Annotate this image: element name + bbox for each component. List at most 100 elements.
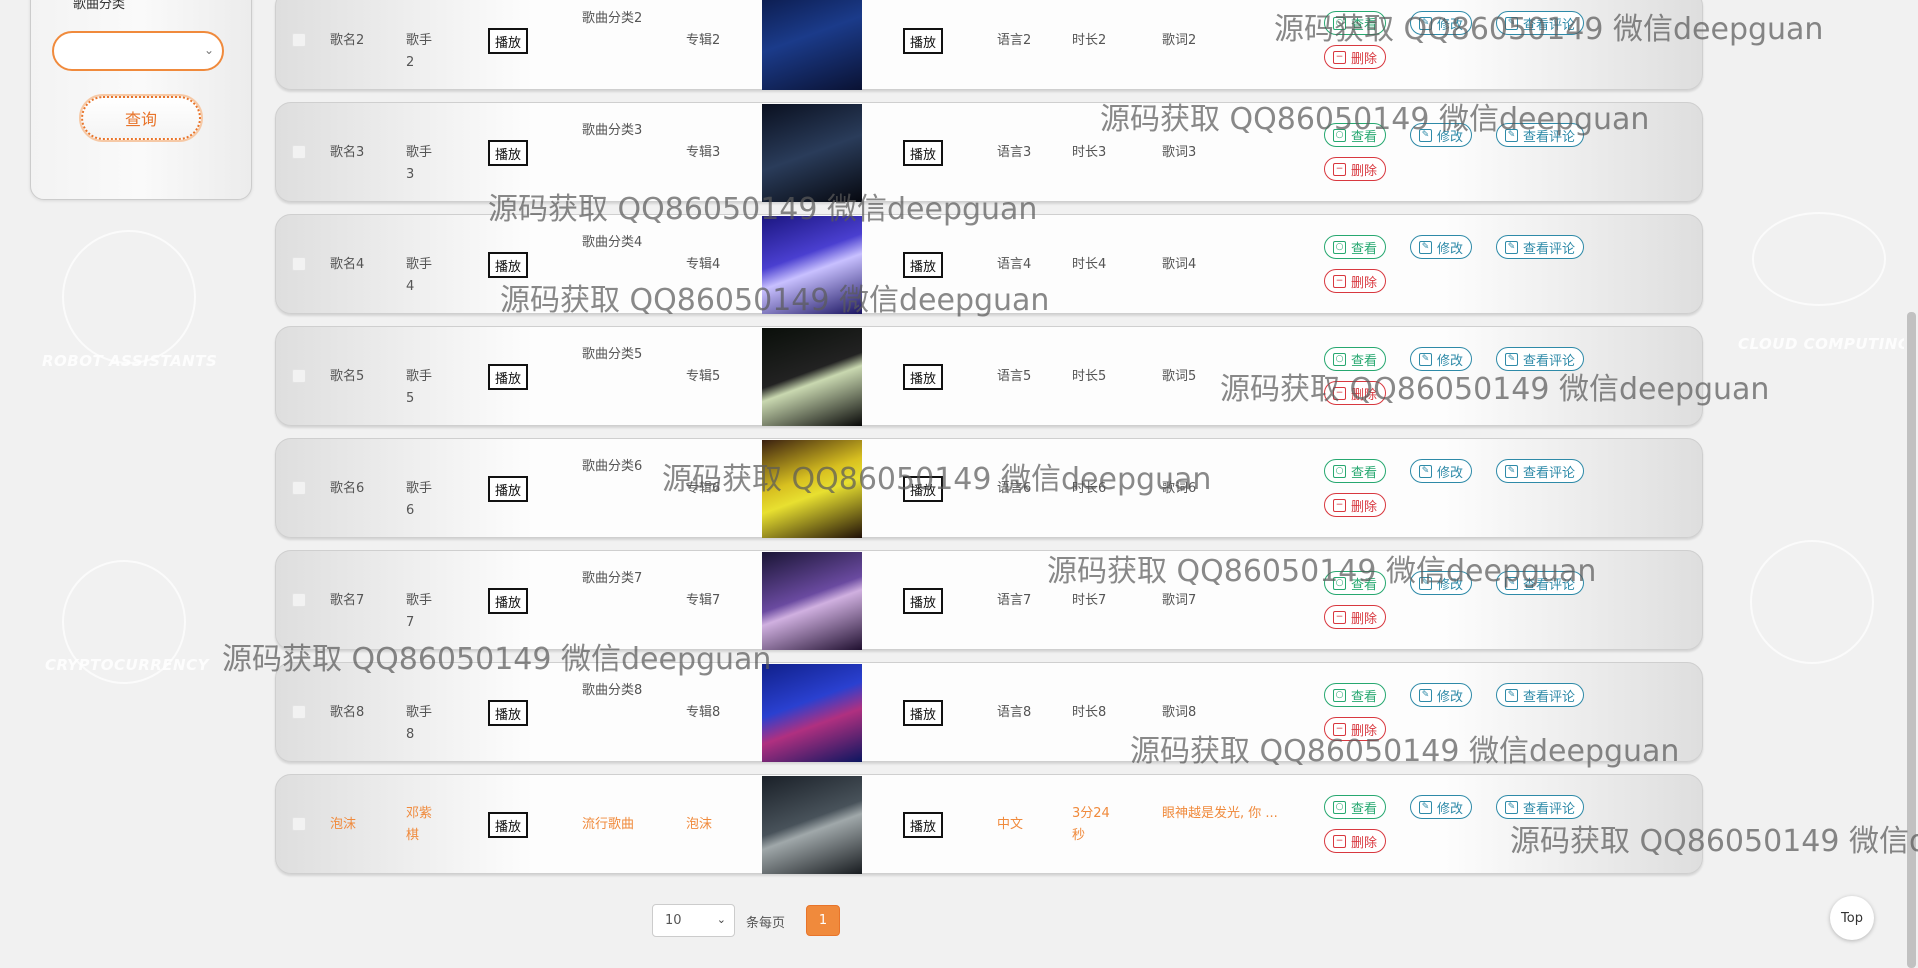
edit-button[interactable]: ✎ 修改 bbox=[1410, 459, 1473, 483]
edit-label: 修改 bbox=[1437, 129, 1464, 145]
view-button[interactable]: ○ 查看 bbox=[1324, 683, 1387, 707]
song-name: 泡沫 bbox=[330, 817, 357, 832]
row-checkbox[interactable] bbox=[292, 369, 306, 383]
row-checkbox[interactable] bbox=[292, 705, 306, 719]
delete-button[interactable]: − 删除 bbox=[1324, 45, 1387, 69]
scrollbar[interactable] bbox=[1904, 0, 1918, 968]
page-size-value: 10 bbox=[665, 913, 682, 928]
delete-button[interactable]: − 删除 bbox=[1324, 381, 1387, 405]
minus-icon: − bbox=[1333, 610, 1346, 624]
singer: 歌手2 bbox=[406, 33, 433, 70]
edit-button[interactable]: ✎ 修改 bbox=[1410, 571, 1473, 595]
row-checkbox[interactable] bbox=[292, 593, 306, 607]
edit-icon: ✎ bbox=[1419, 576, 1432, 590]
minus-icon: − bbox=[1333, 722, 1346, 736]
view-comments-button[interactable]: ✎ 查看评论 bbox=[1496, 235, 1585, 259]
play-audio-button[interactable]: 播放 bbox=[488, 700, 528, 726]
view-button[interactable]: ○ 查看 bbox=[1324, 795, 1387, 819]
view-comments-button[interactable]: ✎ 查看评论 bbox=[1496, 347, 1585, 371]
play-video-button[interactable]: 播放 bbox=[903, 140, 943, 166]
play-video-button[interactable]: 播放 bbox=[903, 252, 943, 278]
duration: 时长4 bbox=[1072, 257, 1107, 272]
comment-icon: ✎ bbox=[1505, 128, 1518, 142]
delete-button[interactable]: − 删除 bbox=[1324, 157, 1387, 181]
edit-label: 修改 bbox=[1437, 241, 1464, 257]
view-button[interactable]: ○ 查看 bbox=[1324, 11, 1387, 35]
language: 语言7 bbox=[997, 593, 1032, 608]
view-button[interactable]: ○ 查看 bbox=[1324, 571, 1387, 595]
view-comments-button[interactable]: ✎ 查看评论 bbox=[1496, 459, 1585, 483]
delete-button[interactable]: − 删除 bbox=[1324, 829, 1387, 853]
lyrics: 歌词7 bbox=[1162, 593, 1197, 608]
row-checkbox[interactable] bbox=[292, 33, 306, 47]
play-video-button[interactable]: 播放 bbox=[903, 476, 943, 502]
view-icon: ○ bbox=[1333, 128, 1346, 142]
singer: 歌手4 bbox=[406, 257, 433, 294]
view-button[interactable]: ○ 查看 bbox=[1324, 235, 1387, 259]
play-video-button[interactable]: 播放 bbox=[903, 700, 943, 726]
page-button-current[interactable]: 1 bbox=[806, 905, 840, 936]
play-audio-button[interactable]: 播放 bbox=[488, 28, 528, 54]
table-row: 歌名5 歌手5 播放 歌曲分类5 专辑5 播放 语言5 时长5 歌词5 ○ 查看 … bbox=[275, 326, 1703, 426]
lyrics: 歌词4 bbox=[1162, 257, 1197, 272]
album: 专辑6 bbox=[686, 481, 721, 496]
delete-button[interactable]: − 删除 bbox=[1324, 493, 1387, 517]
view-comments-label: 查看评论 bbox=[1523, 577, 1576, 593]
back-to-top-button[interactable]: Top bbox=[1830, 896, 1874, 940]
query-button[interactable]: 查询 bbox=[79, 94, 203, 142]
view-comments-button[interactable]: ✎ 查看评论 bbox=[1496, 571, 1585, 595]
table-row: 歌名6 歌手6 播放 歌曲分类6 专辑6 播放 语言6 时长6 歌词6 ○ 查看 … bbox=[275, 438, 1703, 538]
singer: 歌手6 bbox=[406, 481, 433, 518]
row-checkbox[interactable] bbox=[292, 481, 306, 495]
view-comments-button[interactable]: ✎ 查看评论 bbox=[1496, 795, 1585, 819]
row-checkbox[interactable] bbox=[292, 817, 306, 831]
scrollbar-thumb[interactable] bbox=[1907, 312, 1916, 968]
view-icon: ○ bbox=[1333, 464, 1346, 478]
comment-icon: ✎ bbox=[1505, 352, 1518, 366]
edit-button[interactable]: ✎ 修改 bbox=[1410, 347, 1473, 371]
edit-button[interactable]: ✎ 修改 bbox=[1410, 683, 1473, 707]
row-checkbox[interactable] bbox=[292, 145, 306, 159]
view-icon: ○ bbox=[1333, 240, 1346, 254]
view-label: 查看 bbox=[1351, 17, 1378, 33]
play-video-button[interactable]: 播放 bbox=[903, 588, 943, 614]
play-audio-button[interactable]: 播放 bbox=[488, 812, 528, 838]
view-button[interactable]: ○ 查看 bbox=[1324, 459, 1387, 483]
edit-button[interactable]: ✎ 修改 bbox=[1410, 11, 1473, 35]
edit-label: 修改 bbox=[1437, 17, 1464, 33]
view-comments-label: 查看评论 bbox=[1523, 241, 1576, 257]
play-audio-button[interactable]: 播放 bbox=[488, 140, 528, 166]
row-checkbox[interactable] bbox=[292, 257, 306, 271]
singer: 歌手5 bbox=[406, 369, 433, 406]
comment-icon: ✎ bbox=[1505, 240, 1518, 254]
view-comments-button[interactable]: ✎ 查看评论 bbox=[1496, 683, 1585, 707]
play-video-button[interactable]: 播放 bbox=[903, 28, 943, 54]
minus-icon: − bbox=[1333, 386, 1346, 400]
play-video-button[interactable]: 播放 bbox=[903, 364, 943, 390]
bg-cloud-graphic bbox=[1752, 212, 1886, 306]
play-audio-button[interactable]: 播放 bbox=[488, 476, 528, 502]
edit-button[interactable]: ✎ 修改 bbox=[1410, 235, 1473, 259]
delete-button[interactable]: − 删除 bbox=[1324, 717, 1387, 741]
view-button[interactable]: ○ 查看 bbox=[1324, 123, 1387, 147]
view-comments-button[interactable]: ✎ 查看评论 bbox=[1496, 123, 1585, 147]
play-audio-button[interactable]: 播放 bbox=[488, 364, 528, 390]
play-audio-button[interactable]: 播放 bbox=[488, 252, 528, 278]
view-button[interactable]: ○ 查看 bbox=[1324, 347, 1387, 371]
album: 泡沫 bbox=[686, 817, 713, 832]
play-audio-button[interactable]: 播放 bbox=[488, 588, 528, 614]
category-select[interactable]: ⌄ bbox=[52, 31, 224, 71]
play-video-button[interactable]: 播放 bbox=[903, 812, 943, 838]
page-size-select[interactable]: 10 ⌄ bbox=[652, 904, 735, 937]
edit-label: 修改 bbox=[1437, 689, 1464, 705]
edit-button[interactable]: ✎ 修改 bbox=[1410, 795, 1473, 819]
view-comments-label: 查看评论 bbox=[1523, 801, 1576, 817]
album: 专辑3 bbox=[686, 145, 721, 160]
edit-button[interactable]: ✎ 修改 bbox=[1410, 123, 1473, 147]
delete-button[interactable]: − 删除 bbox=[1324, 269, 1387, 293]
chevron-down-icon: ⌄ bbox=[716, 913, 726, 926]
edit-icon: ✎ bbox=[1419, 16, 1432, 30]
table-row: 歌名2 歌手2 播放 歌曲分类2 专辑2 播放 语言2 时长2 歌词2 ○ 查看 … bbox=[275, 0, 1703, 90]
view-comments-button[interactable]: ✎ 查看评论 bbox=[1496, 11, 1585, 35]
delete-button[interactable]: − 删除 bbox=[1324, 605, 1387, 629]
